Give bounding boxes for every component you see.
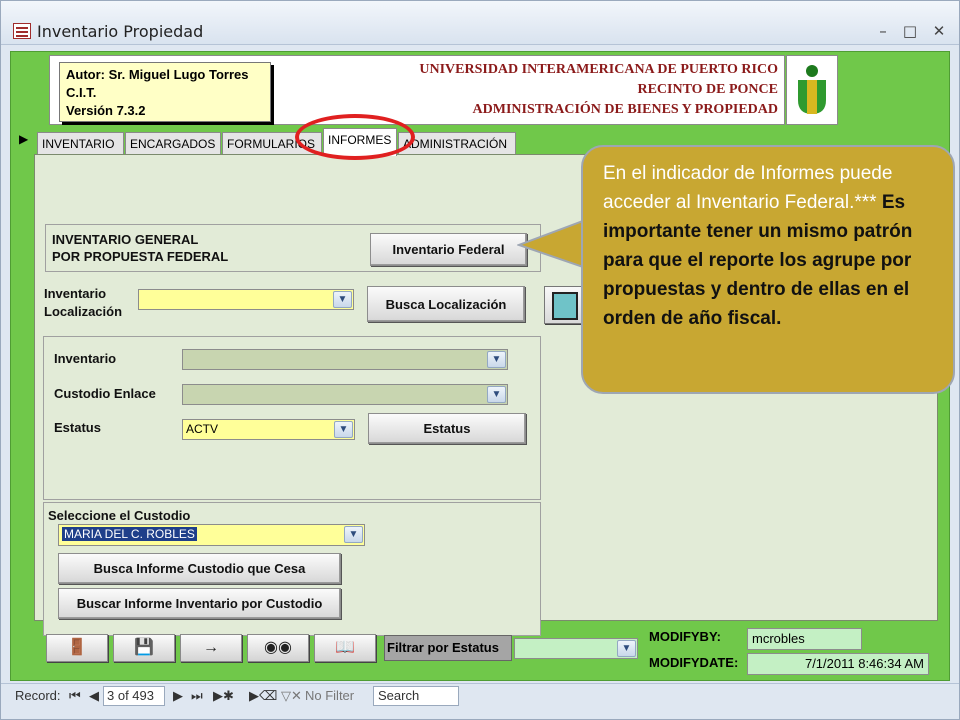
notebook-icon[interactable] (544, 286, 584, 324)
open-book-button[interactable]: 📖 (314, 634, 376, 662)
next-record-icon[interactable]: ▶ (173, 688, 183, 704)
busca-localizacion-button[interactable]: Busca Localización (367, 286, 525, 322)
university-logo (786, 55, 838, 125)
restore-button[interactable]: □ (900, 23, 920, 39)
record-navigation-bar: Record: ⏮ ◀ 3 of 493 ▶ ⏭ ▶✱ ▶⌫ ▽✕ No Fil… (1, 683, 959, 719)
federal-label-line2: POR PROPUESTA FEDERAL (52, 249, 229, 264)
inventario-filter-label: Inventario (54, 351, 117, 366)
custodian-label: Seleccione el Custodio (48, 508, 191, 523)
location-label-line1: Inventario (44, 286, 107, 301)
find-next-button[interactable]: → (180, 634, 242, 662)
custodio-enlace-label: Custodio Enlace (54, 386, 156, 401)
callout-pointer (517, 219, 585, 269)
find-button[interactable]: ◉◉ (247, 634, 309, 662)
close-button[interactable]: ✕ (929, 23, 949, 39)
university-line: UNIVERSIDAD INTERAMERICANA DE PUERTO RIC… (419, 62, 778, 77)
form-icon (13, 23, 31, 39)
custodian-combo[interactable]: MARIA DEL C. ROBLES ▼ (58, 524, 365, 546)
busca-informe-custodio-cesa-button[interactable]: Busca Informe Custodio que Cesa (58, 553, 341, 584)
title-bar: Inventario Propiedad – □ ✕ (1, 1, 959, 45)
callout-plain-text: En el indicador de Informes puede accede… (603, 163, 893, 213)
window-title: Inventario Propiedad (37, 22, 204, 41)
previous-record-icon[interactable]: ◀ (89, 688, 99, 704)
minimize-button[interactable]: – (873, 23, 893, 39)
door-exit-icon: 🚪 (67, 639, 87, 656)
filter-icon[interactable]: ▽✕ (281, 688, 302, 704)
filters-group: Inventario ▼ Custodio Enlace ▼ Estatus A… (43, 336, 541, 500)
filter-status[interactable]: No Filter (305, 688, 354, 703)
search-input[interactable]: Search (373, 686, 459, 706)
save-button[interactable]: 💾 (113, 634, 175, 662)
chevron-down-icon[interactable]: ▼ (344, 526, 363, 543)
author-box: Autor: Sr. Miguel Lugo Torres C.I.T. Ver… (59, 62, 271, 122)
filtrar-estatus-combo[interactable]: ▼ (514, 638, 638, 659)
header-panel: Autor: Sr. Miguel Lugo Torres C.I.T. Ver… (49, 55, 785, 125)
tab-administracion[interactable]: ADMINISTRACIÓN (398, 132, 516, 156)
modifydate-field[interactable]: 7/1/2011 8:46:34 AM (747, 653, 929, 675)
university-heading: UNIVERSIDAD INTERAMERICANA DE PUERTO RIC… (419, 60, 778, 120)
last-record-icon[interactable]: ⏭ (191, 688, 203, 704)
custodio-enlace-combo[interactable]: ▼ (182, 384, 508, 405)
inventario-federal-button[interactable]: Inventario Federal (370, 233, 527, 266)
save-edit-icon: 💾 (134, 639, 154, 656)
location-combo[interactable]: ▼ (138, 289, 354, 310)
estatus-label: Estatus (54, 420, 101, 435)
estatus-combo[interactable]: ACTV ▼ (182, 419, 355, 440)
tab-encargados[interactable]: ENCARGADOS (125, 132, 221, 156)
binoculars-icon: ◉◉ (264, 639, 292, 656)
modifyby-field[interactable]: mcrobles (747, 628, 862, 650)
book-icon: 📖 (335, 639, 355, 656)
first-record-icon[interactable]: ⏮ (69, 688, 81, 704)
author-line: Autor: Sr. Miguel Lugo Torres (66, 67, 249, 82)
tab-inventario[interactable]: INVENTARIO (37, 132, 124, 156)
find-next-icon: → (203, 639, 219, 656)
delete-record-icon[interactable]: ▶⌫ (249, 688, 277, 704)
record-selector-icon[interactable]: ▶ (19, 132, 28, 146)
modifydate-label: MODIFYDATE: (649, 655, 739, 670)
estatus-value: ACTV (186, 422, 219, 436)
custodian-value: MARIA DEL C. ROBLES (62, 527, 197, 541)
filtrar-estatus-label: Filtrar por Estatus (384, 635, 512, 661)
author-line: Versión 7.3.2 (66, 103, 146, 118)
buscar-informe-inventario-custodio-button[interactable]: Buscar Informe Inventario por Custodio (58, 588, 341, 619)
chevron-down-icon[interactable]: ▼ (617, 640, 636, 657)
modifyby-label: MODIFYBY: (649, 629, 721, 644)
informes-callout: En el indicador de Informes puede accede… (581, 145, 955, 394)
exit-button[interactable]: 🚪 (46, 634, 108, 662)
chevron-down-icon[interactable]: ▼ (487, 351, 506, 368)
federal-label-line1: INVENTARIO GENERAL (52, 232, 199, 247)
location-label-line2: Localización (44, 304, 123, 319)
estatus-button[interactable]: Estatus (368, 413, 526, 444)
tab-highlight-oval (295, 114, 415, 160)
new-record-icon[interactable]: ▶✱ (213, 688, 234, 704)
record-label: Record: (15, 688, 61, 703)
author-line: C.I.T. (66, 85, 97, 100)
logo-icon (798, 65, 826, 114)
record-position-field[interactable]: 3 of 493 (103, 686, 165, 706)
federal-report-group: INVENTARIO GENERAL POR PROPUESTA FEDERAL… (45, 224, 541, 272)
chevron-down-icon[interactable]: ▼ (333, 291, 352, 308)
chevron-down-icon[interactable]: ▼ (334, 421, 353, 438)
university-line: ADMINISTRACIÓN DE BIENES Y PROPIEDAD (472, 102, 778, 117)
chevron-down-icon[interactable]: ▼ (487, 386, 506, 403)
access-window: Inventario Propiedad – □ ✕ Autor: Sr. Mi… (0, 0, 960, 720)
custodian-group: Seleccione el Custodio MARIA DEL C. ROBL… (43, 502, 541, 636)
university-line: RECINTO DE PONCE (637, 82, 778, 97)
inventario-combo[interactable]: ▼ (182, 349, 508, 370)
